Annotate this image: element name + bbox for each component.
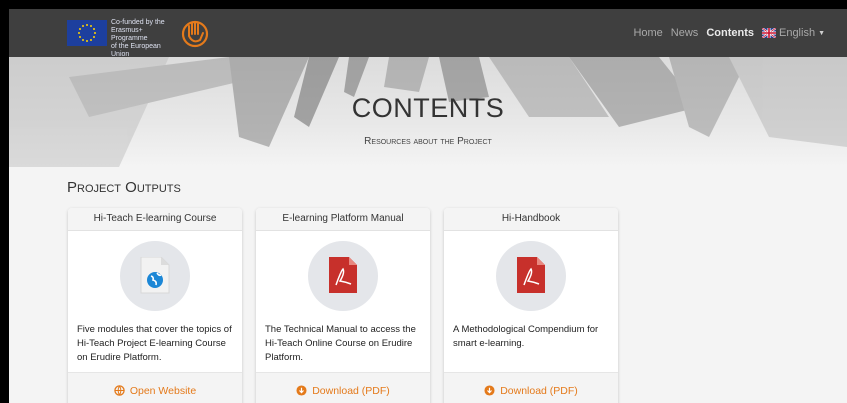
card-platform-manual: E-learning Platform Manual The Technical… [256, 208, 430, 403]
eu-flag-logo[interactable] [67, 20, 107, 46]
card-icon-circle [496, 241, 566, 311]
card-hi-handbook: Hi-Handbook A Methodological Compendium … [444, 208, 618, 403]
download-circle-icon [296, 385, 307, 396]
button-label: Open Website [129, 384, 197, 397]
card-elearning-course: Hi-Teach E-learning Course Five modules … [68, 208, 242, 403]
pdf-file-icon [517, 257, 545, 293]
language-dropdown[interactable]: English ▼ [761, 27, 825, 39]
eu-text-line: Erasmus+ Programme [111, 27, 148, 42]
hero-banner: CONTENTS Resources about the Project [9, 57, 847, 167]
page: Co-funded by the Erasmus+ Programme of t… [9, 9, 847, 403]
nav-news[interactable]: News [671, 27, 699, 39]
card-description: Five modules that cover the topics of Hi… [77, 324, 232, 363]
button-label: Download (PDF) [312, 384, 390, 397]
download-pdf-button[interactable]: Download (PDF) [444, 372, 618, 403]
nav-home[interactable]: Home [633, 27, 662, 39]
section-heading: Project Outputs [67, 179, 181, 196]
download-pdf-button[interactable]: Download (PDF) [256, 372, 430, 403]
main-nav: Home News Contents English ▼ [633, 9, 825, 57]
card-title: E-learning Platform Manual [256, 208, 430, 231]
open-website-button[interactable]: Open Website [68, 372, 242, 403]
uk-flag-icon [761, 28, 776, 38]
top-navbar: Co-funded by the Erasmus+ Programme of t… [9, 9, 847, 59]
card-icon-circle [120, 241, 190, 311]
card-description: A Methodological Compendium for smart e-… [453, 324, 599, 349]
web-file-icon [140, 257, 170, 294]
button-label: Download (PDF) [500, 384, 578, 397]
caret-down-icon: ▼ [818, 29, 825, 37]
language-label: English [778, 27, 816, 39]
eu-text-line: Co-funded by the [111, 19, 165, 26]
card-icon-circle [308, 241, 378, 311]
pdf-file-icon [329, 257, 357, 293]
card-title: Hi-Handbook [444, 208, 618, 231]
globe-icon [114, 385, 125, 396]
eu-funding-text: Co-funded by the Erasmus+ Programme of t… [111, 19, 181, 59]
nav-contents[interactable]: Contents [706, 27, 754, 39]
page-title: CONTENTS [351, 93, 505, 123]
hi-teach-hand-logo[interactable] [179, 18, 211, 48]
card-description: The Technical Manual to access the Hi-Te… [265, 324, 416, 363]
card-title: Hi-Teach E-learning Course [68, 208, 242, 231]
page-subtitle: Resources about the Project [364, 136, 492, 147]
download-circle-icon [484, 385, 495, 396]
